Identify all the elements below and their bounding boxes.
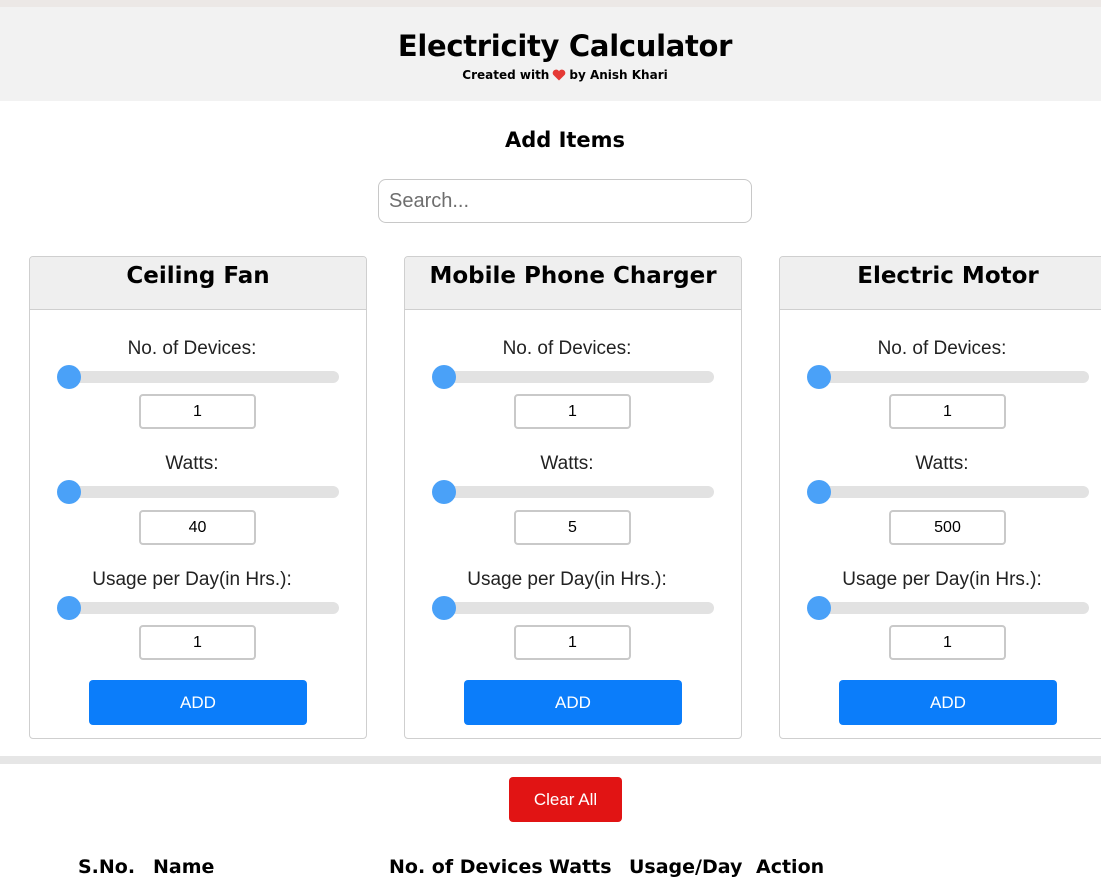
add-button[interactable]: ADD bbox=[839, 680, 1057, 725]
app-title: Electricity Calculator bbox=[397, 29, 733, 63]
watts-label: Watts: bbox=[915, 453, 969, 474]
subtitle-suffix: by Anish Khari bbox=[569, 68, 668, 82]
item-card-mobile-phone-charger: Mobile Phone Charger No. of Devices: Wat… bbox=[404, 256, 742, 739]
devices-slider[interactable] bbox=[57, 365, 339, 389]
item-card-electric-motor: Electric Motor No. of Devices: Watts: Us… bbox=[779, 256, 1101, 739]
column-header-action: Action bbox=[756, 856, 825, 878]
card-header: Mobile Phone Charger bbox=[405, 257, 741, 310]
slider-thumb[interactable] bbox=[807, 596, 831, 620]
slider-thumb[interactable] bbox=[57, 365, 81, 389]
watts-slider[interactable] bbox=[432, 480, 714, 504]
card-header: Electric Motor bbox=[780, 257, 1101, 310]
devices-label: No. of Devices: bbox=[877, 338, 1007, 359]
devices-input[interactable] bbox=[889, 394, 1006, 429]
add-button[interactable]: ADD bbox=[464, 680, 682, 725]
slider-thumb[interactable] bbox=[432, 365, 456, 389]
slider-thumb[interactable] bbox=[432, 480, 456, 504]
watts-slider[interactable] bbox=[807, 480, 1089, 504]
subtitle-prefix: Created with bbox=[462, 68, 550, 82]
card-title: Mobile Phone Charger bbox=[429, 263, 717, 289]
slider-thumb[interactable] bbox=[807, 480, 831, 504]
devices-label: No. of Devices: bbox=[502, 338, 632, 359]
usage-slider[interactable] bbox=[807, 596, 1089, 620]
item-card-ceiling-fan: Ceiling Fan No. of Devices: Watts: Usage… bbox=[29, 256, 367, 739]
add-items-title: Add Items bbox=[504, 128, 626, 152]
watts-input[interactable] bbox=[514, 510, 631, 545]
devices-label: No. of Devices: bbox=[127, 338, 257, 359]
usage-label: Usage per Day(in Hrs.): bbox=[842, 569, 1042, 590]
usage-input[interactable] bbox=[889, 625, 1006, 660]
watts-label: Watts: bbox=[540, 453, 594, 474]
search-input[interactable] bbox=[378, 179, 752, 223]
watts-slider[interactable] bbox=[57, 480, 339, 504]
clear-all-button[interactable]: Clear All bbox=[509, 777, 622, 822]
column-header-watts: Watts bbox=[549, 856, 612, 878]
watts-label: Watts: bbox=[165, 453, 219, 474]
devices-input[interactable] bbox=[514, 394, 631, 429]
usage-label: Usage per Day(in Hrs.): bbox=[467, 569, 667, 590]
app-subtitle: Created with by Anish Khari bbox=[0, 68, 1101, 84]
top-strip bbox=[0, 0, 1101, 7]
usage-input[interactable] bbox=[139, 625, 256, 660]
devices-slider[interactable] bbox=[807, 365, 1089, 389]
usage-slider[interactable] bbox=[432, 596, 714, 620]
section-divider bbox=[0, 756, 1101, 764]
watts-input[interactable] bbox=[139, 510, 256, 545]
column-header-devices: No. of Devices bbox=[389, 856, 543, 878]
slider-thumb[interactable] bbox=[57, 480, 81, 504]
column-header-usage: Usage/Day bbox=[629, 856, 743, 878]
heart-icon bbox=[552, 69, 566, 84]
add-button[interactable]: ADD bbox=[89, 680, 307, 725]
card-title: Ceiling Fan bbox=[126, 263, 270, 289]
devices-slider[interactable] bbox=[432, 365, 714, 389]
watts-input[interactable] bbox=[889, 510, 1006, 545]
slider-thumb[interactable] bbox=[57, 596, 81, 620]
usage-label: Usage per Day(in Hrs.): bbox=[92, 569, 292, 590]
column-header-sno: S.No. bbox=[78, 856, 136, 878]
usage-slider[interactable] bbox=[57, 596, 339, 620]
app-header: Electricity Calculator Created with by An… bbox=[0, 7, 1101, 101]
card-title: Electric Motor bbox=[857, 263, 1039, 289]
usage-input[interactable] bbox=[514, 625, 631, 660]
card-header: Ceiling Fan bbox=[30, 257, 366, 310]
slider-thumb[interactable] bbox=[807, 365, 831, 389]
slider-thumb[interactable] bbox=[432, 596, 456, 620]
column-header-name: Name bbox=[153, 856, 215, 878]
devices-input[interactable] bbox=[139, 394, 256, 429]
